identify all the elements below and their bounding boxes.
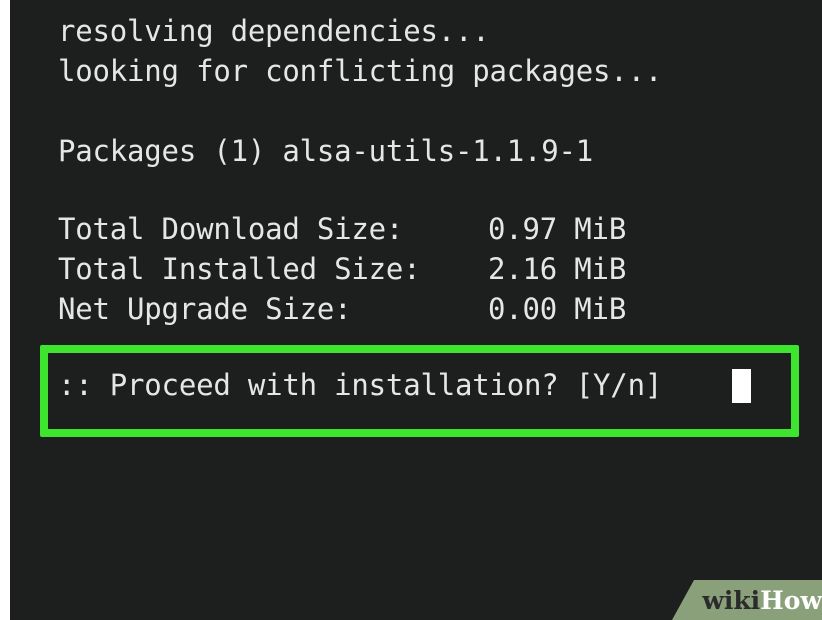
watermark-part-a: wiki bbox=[702, 586, 761, 615]
output-line-conflicts: looking for conflicting packages... bbox=[58, 54, 663, 88]
wikihow-watermark: wikiHow bbox=[692, 584, 822, 618]
output-line-resolving: resolving dependencies... bbox=[58, 14, 490, 48]
download-size-value: 0.97 MiB bbox=[488, 212, 627, 246]
screenshot-frame: resolving dependencies... looking for co… bbox=[0, 0, 822, 620]
upgrade-size-label: Net Upgrade Size: bbox=[58, 292, 352, 326]
installed-size-label: Total Installed Size: bbox=[58, 252, 421, 286]
upgrade-size-value: 0.00 MiB bbox=[488, 292, 627, 326]
installed-size-value: 2.16 MiB bbox=[488, 252, 627, 286]
terminal-window[interactable]: resolving dependencies... looking for co… bbox=[10, 0, 822, 620]
install-confirm-prompt: :: Proceed with installation? [Y/n] bbox=[58, 368, 663, 402]
text-cursor[interactable] bbox=[732, 369, 751, 403]
packages-line: Packages (1) alsa-utils-1.1.9-1 bbox=[58, 134, 594, 168]
download-size-label: Total Download Size: bbox=[58, 212, 404, 246]
watermark-part-b: How bbox=[760, 586, 822, 615]
